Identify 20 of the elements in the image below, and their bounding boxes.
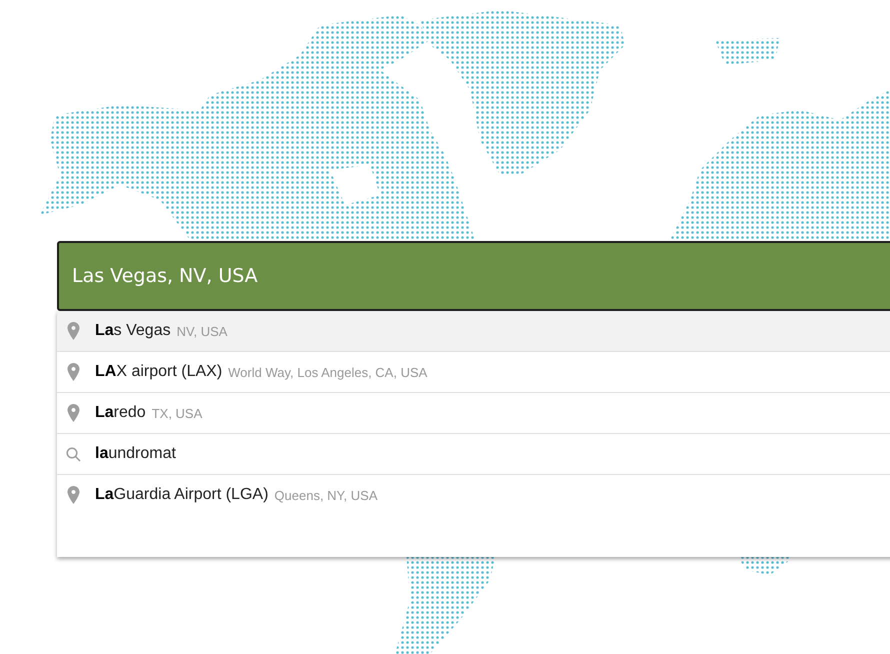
suggestion-item[interactable]: LAX airport (LAX) World Way, Los Angeles, CA, USA — [57, 352, 890, 393]
suggestion-item[interactable]: Laredo TX, USA — [57, 393, 890, 434]
suggestion-name: LaGuardia Airport (LGA) — [95, 486, 268, 504]
suggestion-name: laundromat — [95, 445, 176, 463]
pin-icon — [66, 404, 81, 422]
search-icon — [66, 446, 81, 462]
suggestion-address: World Way, Los Angeles, CA, USA — [228, 364, 428, 380]
pin-icon — [66, 322, 81, 340]
pin-icon — [66, 486, 81, 504]
pin-icon — [66, 363, 81, 381]
suggestion-item[interactable]: Las Vegas NV, USA — [57, 311, 890, 352]
suggestion-name: LAX airport (LAX) — [95, 363, 222, 381]
suggestion-address: NV, USA — [176, 324, 228, 338]
suggestion-address: Queens, NY, USA — [274, 488, 378, 502]
suggestion-name: Laredo — [95, 404, 146, 422]
suggestion-address: TX, USA — [152, 406, 202, 420]
suggestion-item[interactable]: LaGuardia Airport (LGA) Queens, NY, USA — [57, 475, 890, 515]
search-field[interactable]: Las Vegas, NV, USA — [57, 241, 890, 311]
suggestion-name: Las Vegas — [95, 322, 171, 340]
suggestion-item[interactable]: laundromat — [57, 434, 890, 475]
